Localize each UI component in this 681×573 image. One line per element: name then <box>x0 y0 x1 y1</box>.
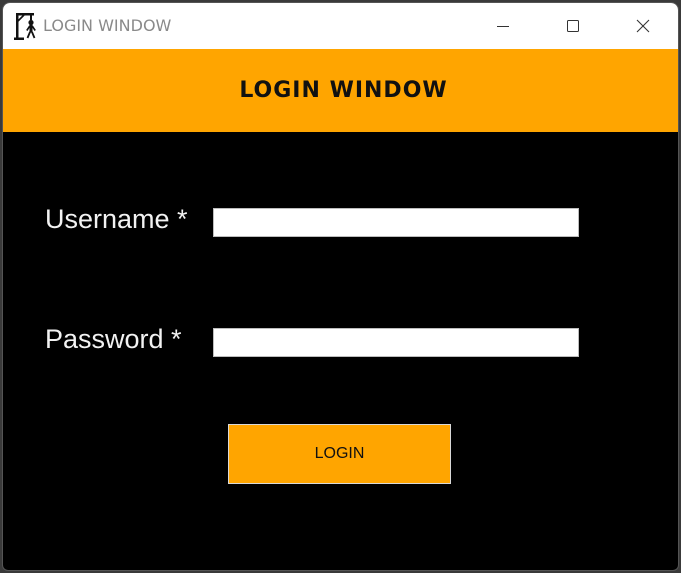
password-label: Password * <box>45 324 182 354</box>
minimize-icon <box>495 18 511 34</box>
username-input[interactable] <box>213 208 579 237</box>
username-label: Username * <box>45 204 188 234</box>
close-button[interactable] <box>608 3 678 49</box>
password-input[interactable] <box>213 328 579 357</box>
window-title: LOGIN WINDOW <box>43 16 172 35</box>
close-icon <box>635 18 651 34</box>
page-title: LOGIN WINDOW <box>239 78 448 103</box>
maximize-button[interactable] <box>538 3 608 49</box>
header-banner: LOGIN WINDOW <box>3 49 678 132</box>
hangman-icon <box>14 12 38 40</box>
title-bar[interactable]: LOGIN WINDOW <box>3 3 678 49</box>
minimize-button[interactable] <box>468 3 538 49</box>
maximize-icon <box>565 18 581 34</box>
login-window: LOGIN WINDOW LOGIN WINDOW Username * Pas… <box>2 2 679 571</box>
login-button[interactable]: LOGIN <box>228 424 451 484</box>
